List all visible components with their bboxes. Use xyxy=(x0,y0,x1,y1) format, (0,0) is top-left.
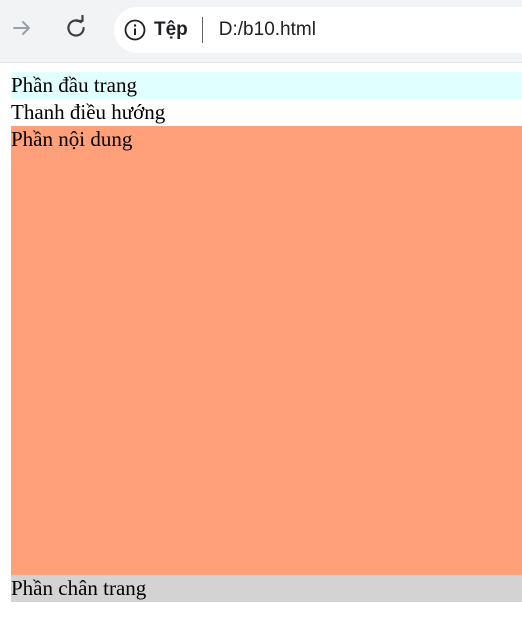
page-footer: Phần chân trang xyxy=(11,575,522,602)
page-nav: Thanh điều hướng xyxy=(11,99,522,126)
toolbar-separator xyxy=(0,62,522,63)
browser-toolbar: Tệp D:/b10.html xyxy=(0,0,522,62)
site-info-button[interactable]: Tệp xyxy=(124,13,198,47)
reload-icon xyxy=(63,13,89,46)
arrow-right-icon xyxy=(10,16,34,45)
reload-button[interactable] xyxy=(58,12,94,48)
page-header: Phần đầu trang xyxy=(11,72,522,99)
page-body: Phần đầu trang Thanh điều hướng Phần nội… xyxy=(11,72,522,602)
site-info-label: Tệp xyxy=(154,19,188,40)
address-divider xyxy=(201,17,203,43)
address-bar[interactable]: Tệp D:/b10.html xyxy=(114,7,522,53)
page-content: Phần nội dung xyxy=(11,126,522,575)
info-icon xyxy=(124,19,146,41)
forward-button[interactable] xyxy=(4,12,40,48)
url-text[interactable]: D:/b10.html xyxy=(219,19,316,41)
